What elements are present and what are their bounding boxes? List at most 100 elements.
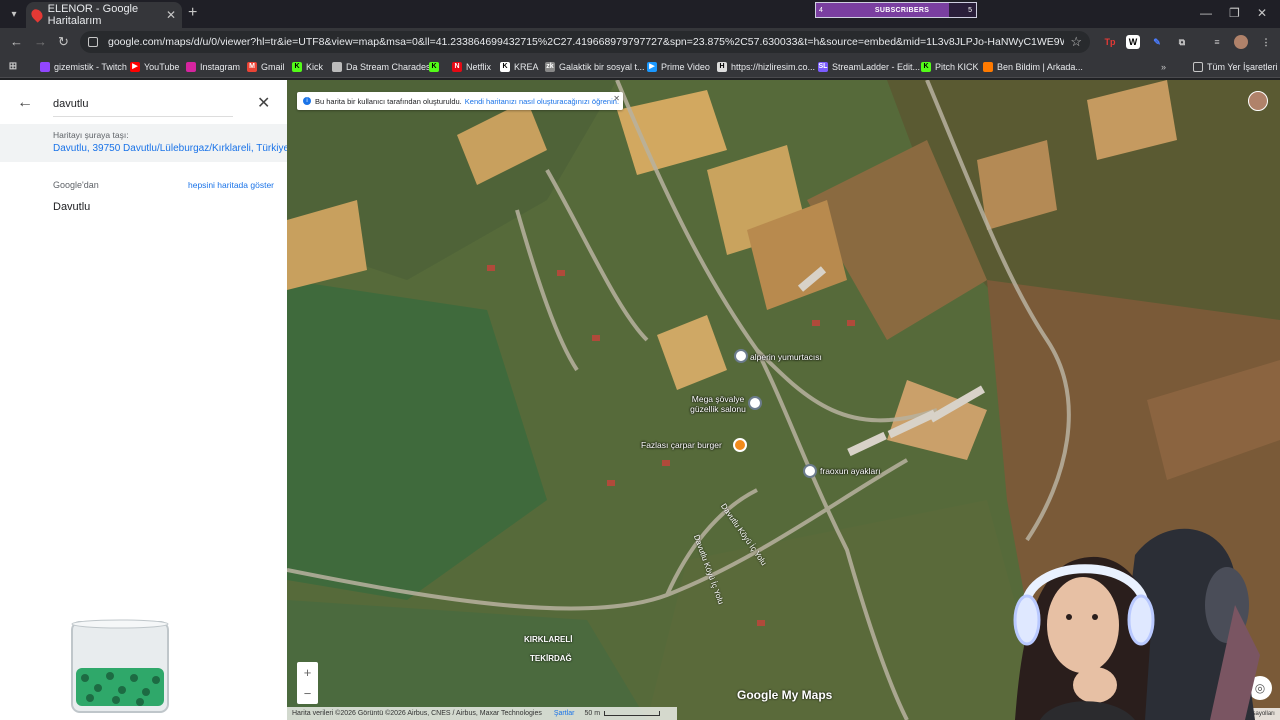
kick-icon: K [429, 62, 439, 72]
region-label-tekirdag: TEKİRDAĞ [530, 654, 572, 663]
subscriber-goal-target: 5 [968, 6, 972, 14]
close-window-icon[interactable]: ✕ [1257, 6, 1267, 20]
poi-label-1[interactable]: alperin yumurtacısı [750, 352, 822, 362]
notice-learn-link[interactable]: Kendi haritanızı nasıl oluşturacağınızı … [465, 97, 619, 106]
scale-label: 50 m [584, 710, 601, 717]
show-all-on-map-link[interactable]: hepsini haritada göster [188, 180, 274, 190]
bookmark-krea[interactable]: K KREA [500, 60, 539, 74]
kick-icon: K [921, 62, 931, 72]
region-label-kirklareli: KIRKLARELİ [524, 635, 573, 644]
benbildim-icon [983, 62, 993, 72]
extension-pen-icon[interactable]: ✎ [1150, 35, 1164, 49]
bookmark-prime-video[interactable]: ▶ Prime Video [647, 60, 710, 74]
forward-icon[interactable]: → [34, 34, 47, 49]
bookmarks-bar: ⊞ gizemistik - Twitch ▶ YouTube Instagram… [0, 56, 1280, 78]
bookmark-gmail[interactable]: M Gmail [247, 60, 285, 74]
bookmark-netflix[interactable]: N Netflix [452, 60, 491, 74]
maps-pin-icon [29, 7, 45, 23]
maximize-icon[interactable]: ❐ [1229, 6, 1240, 20]
instagram-icon [186, 62, 196, 72]
bookmark-youtube[interactable]: ▶ YouTube [130, 60, 179, 74]
bookmark-hizliresim[interactable]: Hhttps://hizliresim.co... [717, 60, 815, 74]
site-info-icon[interactable] [88, 37, 98, 47]
search-result-item[interactable]: Davutlu [53, 201, 90, 213]
map-attribution: Harita verileri ©2026 Görüntü ©2026 Airb… [287, 707, 677, 720]
url-text: google.com/maps/d/u/0/viewer?hl=tr&ie=UT… [108, 36, 1065, 48]
move-map-box: Haritayı şuraya taşı: Davutlu, 39750 Dav… [0, 124, 289, 162]
apps-grid-icon[interactable]: ⊞ [8, 60, 22, 74]
more-bookmarks-icon[interactable]: » [1161, 60, 1166, 74]
google-results-label: Google'dan [53, 180, 99, 190]
prime-icon: ▶ [647, 62, 657, 72]
zoom-control: + − [297, 662, 318, 704]
bookmark-pitch-kick[interactable]: K Pitch KICK [921, 60, 979, 74]
extensions-puzzle-icon[interactable]: ⧉ [1175, 35, 1189, 49]
bookmark-ben-bildim[interactable]: Ben Bildim | Arkada... [983, 60, 1083, 74]
tab-active[interactable]: ELENOR - Google Haritalarım ✕ [26, 2, 182, 28]
scale-ruler [604, 711, 661, 716]
jar-overlay-image [71, 619, 169, 713]
back-icon[interactable]: ← [10, 34, 23, 49]
extension-w-icon[interactable]: W [1126, 35, 1140, 49]
poi-pin-icon[interactable] [803, 464, 817, 478]
scale-bar[interactable]: 50 m [585, 710, 661, 717]
poi-pin-icon[interactable] [734, 349, 748, 363]
bookmark-star-icon[interactable]: ☆ [1070, 34, 1082, 50]
poi-label-3[interactable]: Fazlası çarpar burger [641, 440, 722, 450]
back-arrow-icon[interactable]: ← [17, 94, 33, 112]
krea-icon: K [500, 62, 510, 72]
map-notice-banner: i Bu harita bir kullanıcı tarafından olu… [297, 92, 623, 110]
tab-search-button[interactable]: ▾ [4, 4, 24, 24]
google-my-maps-logo: Google My Maps [737, 688, 833, 702]
close-tab-icon[interactable]: ✕ [166, 8, 176, 22]
bookmark-kick[interactable]: K Kick [292, 60, 323, 74]
hr-icon: H [717, 62, 727, 72]
tab-strip: ▾ ELENOR - Google Haritalarım ✕ + 4 SUBS… [0, 0, 1280, 28]
move-map-link[interactable]: Davutlu, 39750 Davutlu/Lüleburgaz/Kırkla… [53, 143, 289, 154]
minimize-icon[interactable]: — [1200, 6, 1212, 20]
netflix-icon: N [452, 62, 462, 72]
twitch-icon [40, 62, 50, 72]
bookmark-instagram[interactable]: Instagram [186, 60, 240, 74]
tab-title: ELENOR - Google Haritalarım [47, 3, 139, 27]
map-account-avatar[interactable] [1248, 91, 1268, 111]
terms-link[interactable]: Şartlar [554, 710, 575, 717]
bookmark-kick-2[interactable]: K [429, 60, 443, 74]
zoom-in-button[interactable]: + [297, 662, 318, 683]
all-bookmarks-folder[interactable]: Tüm Yer İşaretleri [1193, 60, 1278, 74]
subscriber-goal-bar: 4 SUBSCRIBERS 5 [815, 2, 977, 18]
bookmark-twitch[interactable]: gizemistik - Twitch [40, 60, 127, 74]
profile-avatar[interactable] [1234, 35, 1248, 49]
search-panel: ← davutlu ✕ Haritayı şuraya taşı: Davutl… [0, 80, 289, 720]
extension-tp-icon[interactable]: Tp [1103, 35, 1117, 49]
poi-label-4[interactable]: fraoxun ayakları [820, 466, 880, 476]
browser-menu-icon[interactable]: ⋮ [1259, 35, 1273, 49]
notice-text: Bu harita bir kullanıcı tarafından oluşt… [315, 96, 462, 106]
reload-icon[interactable]: ↻ [58, 34, 69, 50]
gmail-icon: M [247, 62, 257, 72]
restaurant-pin-icon[interactable] [733, 438, 747, 452]
puzzle-icon [332, 62, 342, 72]
bookmark-galaktik[interactable]: zk Galaktik bir sosyal t... [545, 60, 645, 74]
subscriber-goal-current: 4 [819, 6, 823, 14]
youtube-icon: ▶ [130, 62, 140, 72]
bookmark-da-stream-charades[interactable]: Da Stream Charades [332, 60, 431, 74]
clear-search-icon[interactable]: ✕ [257, 93, 270, 113]
webcam-overlay-image [1013, 528, 1260, 720]
info-icon: i [303, 97, 311, 105]
address-bar[interactable]: google.com/maps/d/u/0/viewer?hl=tr&ie=UT… [80, 31, 1090, 53]
subscriber-goal-label: SUBSCRIBERS [874, 6, 930, 14]
move-map-label: Haritayı şuraya taşı: [53, 130, 129, 140]
streamladder-icon: SL [818, 62, 828, 72]
notice-close-icon[interactable]: ✕ [613, 94, 620, 103]
new-tab-button[interactable]: + [188, 4, 197, 22]
poi-label-2[interactable]: Mega şövalye güzellik salonu [685, 394, 751, 414]
bookmark-streamladder[interactable]: SL StreamLadder - Edit... [818, 60, 920, 74]
zk-icon: zk [545, 62, 555, 72]
attribution-text: Harita verileri ©2026 Görüntü ©2026 Airb… [292, 710, 542, 717]
reading-list-icon[interactable]: ≡ [1210, 35, 1224, 49]
browser-toolbar: ← → ↻ google.com/maps/d/u/0/viewer?hl=tr… [0, 28, 1280, 56]
folder-icon [1193, 62, 1203, 72]
search-input[interactable]: davutlu [53, 98, 233, 117]
zoom-out-button[interactable]: − [297, 683, 318, 704]
